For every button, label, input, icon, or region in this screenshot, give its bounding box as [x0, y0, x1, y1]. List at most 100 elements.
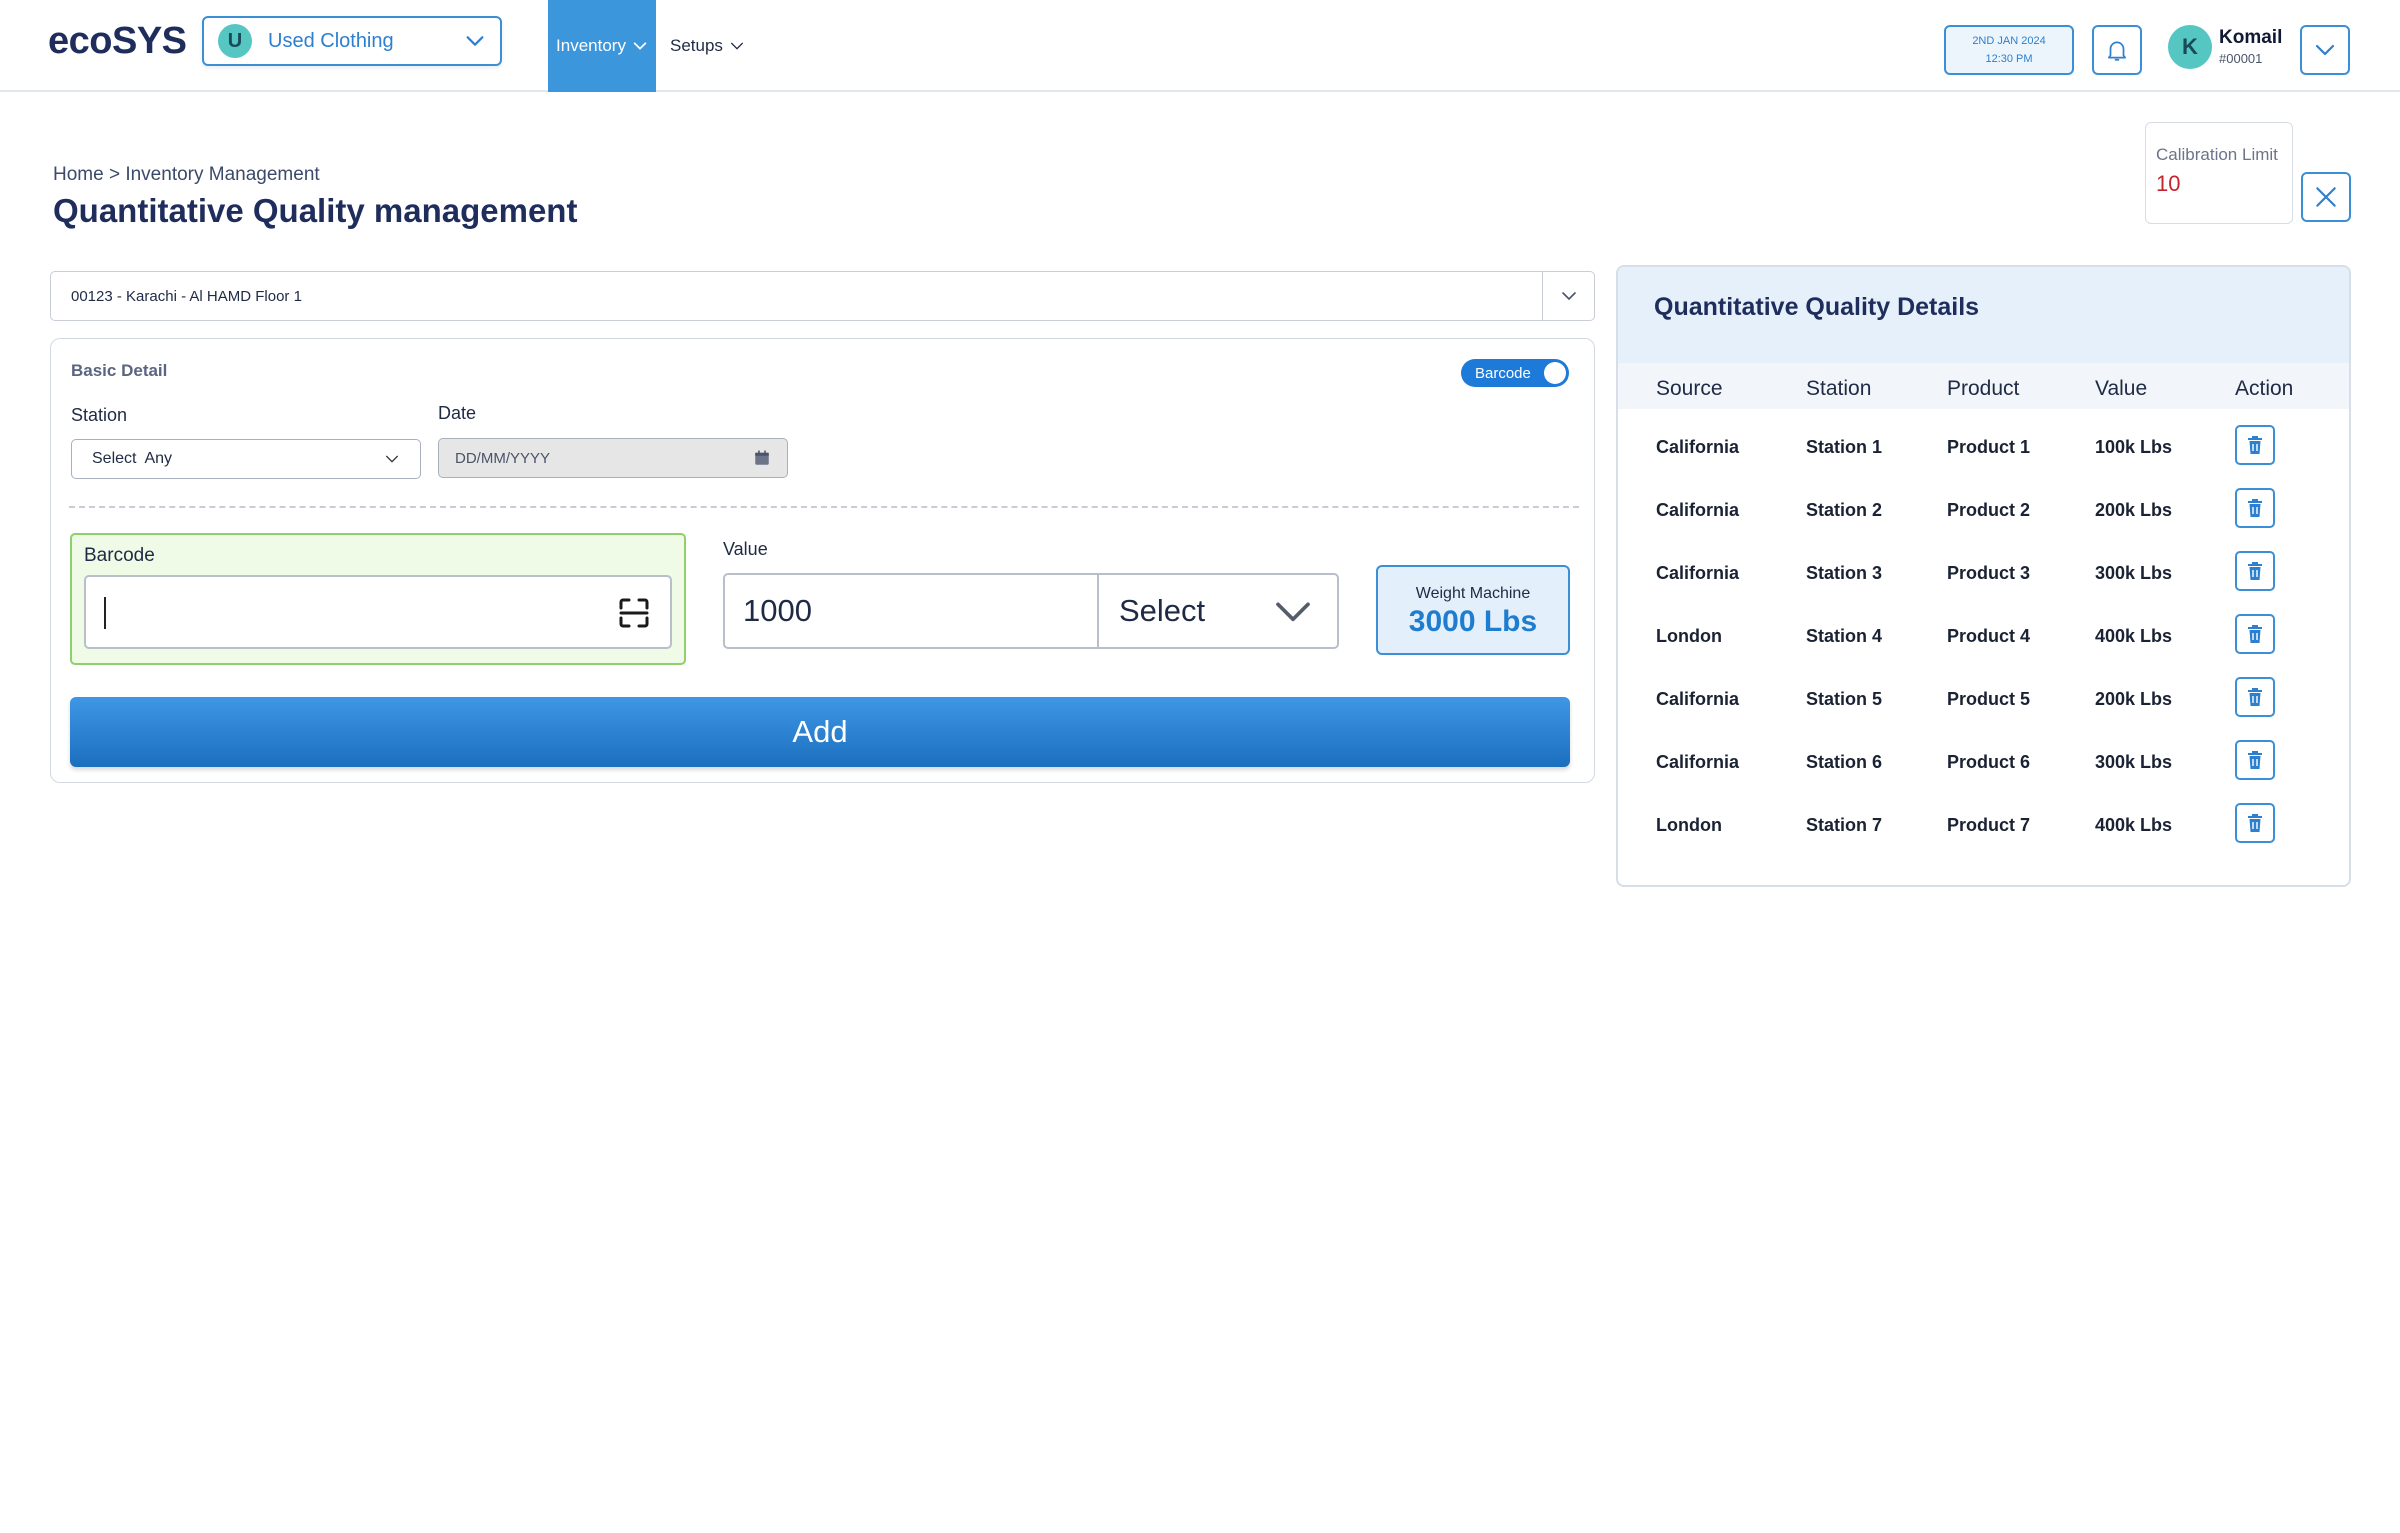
table-row: California Station 1 Product 1 100k Lbs	[1618, 417, 2349, 479]
business-name: Used Clothing	[268, 29, 394, 52]
table-row: London Station 7 Product 7 400k Lbs	[1618, 795, 2349, 857]
delete-button[interactable]	[2235, 740, 2275, 780]
delete-button[interactable]	[2235, 488, 2275, 528]
business-select[interactable]: U Used Clothing	[202, 16, 502, 66]
chevron-down-icon	[1561, 292, 1576, 301]
column-header-value: Value	[2095, 377, 2148, 400]
chevron-down-icon	[2315, 44, 2335, 56]
chevron-down-icon	[1276, 602, 1310, 622]
business-avatar: U	[218, 24, 252, 58]
current-time: 12:30 PM	[1985, 53, 2033, 65]
cell-product: Product 3	[1947, 563, 2031, 583]
barcode-input[interactable]	[84, 575, 672, 649]
top-bar: ecoSYS U Used Clothing Inventory Setups …	[0, 0, 2400, 92]
trash-icon	[2248, 688, 2262, 706]
station-label: Station	[71, 405, 128, 425]
cell-station: Station 6	[1806, 752, 1883, 772]
nav-setups[interactable]: Setups	[670, 0, 745, 92]
nav-inventory[interactable]: Inventory	[548, 0, 656, 92]
cell-source: London	[1656, 815, 1722, 835]
delete-button[interactable]	[2235, 425, 2275, 465]
section-divider	[69, 506, 1579, 508]
cell-value: 400k Lbs	[2095, 815, 2173, 835]
calibration-limit-label: Calibration Limit	[2156, 145, 2278, 164]
column-header-source: Source	[1656, 377, 1723, 400]
delete-button[interactable]	[2235, 803, 2275, 843]
cell-product: Product 1	[1947, 437, 2031, 457]
trash-icon	[2248, 814, 2262, 832]
cell-product: Product 2	[1947, 500, 2031, 520]
text-caret	[104, 597, 106, 629]
value-input[interactable]: 1000	[725, 575, 1099, 647]
cell-station: Station 1	[1806, 437, 1883, 457]
table-row: California Station 6 Product 6 300k Lbs	[1618, 732, 2349, 794]
app-logo[interactable]: ecoSYS	[48, 20, 187, 63]
cell-product: Product 6	[1947, 752, 2031, 772]
calibration-limit-value: 10	[2156, 171, 2181, 196]
chevron-down-icon	[633, 42, 647, 50]
unit-select[interactable]: Select	[1099, 575, 1337, 647]
chevron-down-icon	[730, 42, 743, 50]
cell-value: 300k Lbs	[2095, 752, 2173, 772]
cell-station: Station 3	[1806, 563, 1883, 583]
cell-source: California	[1656, 689, 1740, 709]
barcode-toggle[interactable]: Barcode	[1461, 359, 1569, 387]
notifications-button[interactable]	[2092, 25, 2142, 75]
trash-icon	[2248, 751, 2262, 769]
page-title: Quantitative Quality management	[53, 192, 578, 229]
chevron-down-icon	[466, 36, 484, 46]
quality-details-panel: Quantitative Quality Details Source Stat…	[1616, 265, 2351, 887]
cell-value: 200k Lbs	[2095, 500, 2173, 520]
details-title: Quantitative Quality Details	[1618, 267, 2349, 363]
table-row: California Station 5 Product 5 200k Lbs	[1618, 669, 2349, 731]
bell-icon	[2108, 41, 2126, 61]
warehouse-select-arrow[interactable]	[1542, 272, 1594, 320]
cell-product: Product 7	[1947, 815, 2031, 835]
barcode-toggle-label: Barcode	[1475, 364, 1531, 382]
column-header-action: Action	[2235, 377, 2294, 400]
date-label: Date	[438, 403, 477, 423]
calendar-icon[interactable]	[753, 449, 771, 467]
nav-setups-label: Setups	[670, 36, 723, 55]
breadcrumb[interactable]: Home > Inventory Management	[53, 164, 320, 186]
trash-icon	[2248, 562, 2262, 580]
warehouse-select-value: 00123 - Karachi - Al HAMD Floor 1	[71, 287, 302, 305]
chevron-down-icon	[386, 455, 398, 463]
cell-value: 300k Lbs	[2095, 563, 2173, 583]
current-date: 2ND JAN 2024	[1972, 35, 2046, 47]
station-select[interactable]: Select Any	[71, 439, 421, 479]
section-label: Basic Detail	[71, 361, 168, 380]
cell-source: California	[1656, 563, 1740, 583]
trash-icon	[2248, 625, 2262, 643]
column-header-product: Product	[1947, 377, 2020, 400]
cell-product: Product 4	[1947, 626, 2031, 646]
table-row: California Station 3 Product 3 300k Lbs	[1618, 543, 2349, 605]
value-input-group: 1000 Select	[723, 573, 1339, 649]
delete-button[interactable]	[2235, 677, 2275, 717]
cell-station: Station 2	[1806, 500, 1883, 520]
cell-source: California	[1656, 500, 1740, 520]
add-button[interactable]: Add	[70, 697, 1570, 767]
date-input[interactable]: DD/MM/YYYY	[438, 438, 788, 478]
user-id: #00001	[2219, 51, 2263, 66]
delete-button[interactable]	[2235, 614, 2275, 654]
warehouse-select[interactable]: 00123 - Karachi - Al HAMD Floor 1	[50, 271, 1595, 321]
nav-inventory-label: Inventory	[556, 36, 626, 55]
user-menu-button[interactable]	[2300, 25, 2350, 75]
cell-source: California	[1656, 752, 1740, 772]
table-header: Source Station Product Value Action	[1618, 363, 2349, 409]
unit-select-value: Select	[1119, 593, 1206, 628]
cell-station: Station 4	[1806, 626, 1883, 646]
cell-source: California	[1656, 437, 1740, 457]
toggle-knob	[1544, 362, 1566, 384]
weight-machine-label: Weight Machine	[1415, 585, 1531, 602]
close-button[interactable]	[2301, 172, 2351, 222]
scan-icon[interactable]	[618, 597, 650, 629]
user-avatar[interactable]: K	[2168, 25, 2212, 69]
date-placeholder: DD/MM/YYYY	[455, 449, 551, 467]
date-time-display: 2ND JAN 2024 12:30 PM	[1944, 25, 2074, 75]
cell-product: Product 5	[1947, 689, 2031, 709]
cell-value: 400k Lbs	[2095, 626, 2173, 646]
table-row: London Station 4 Product 4 400k Lbs	[1618, 606, 2349, 668]
delete-button[interactable]	[2235, 551, 2275, 591]
